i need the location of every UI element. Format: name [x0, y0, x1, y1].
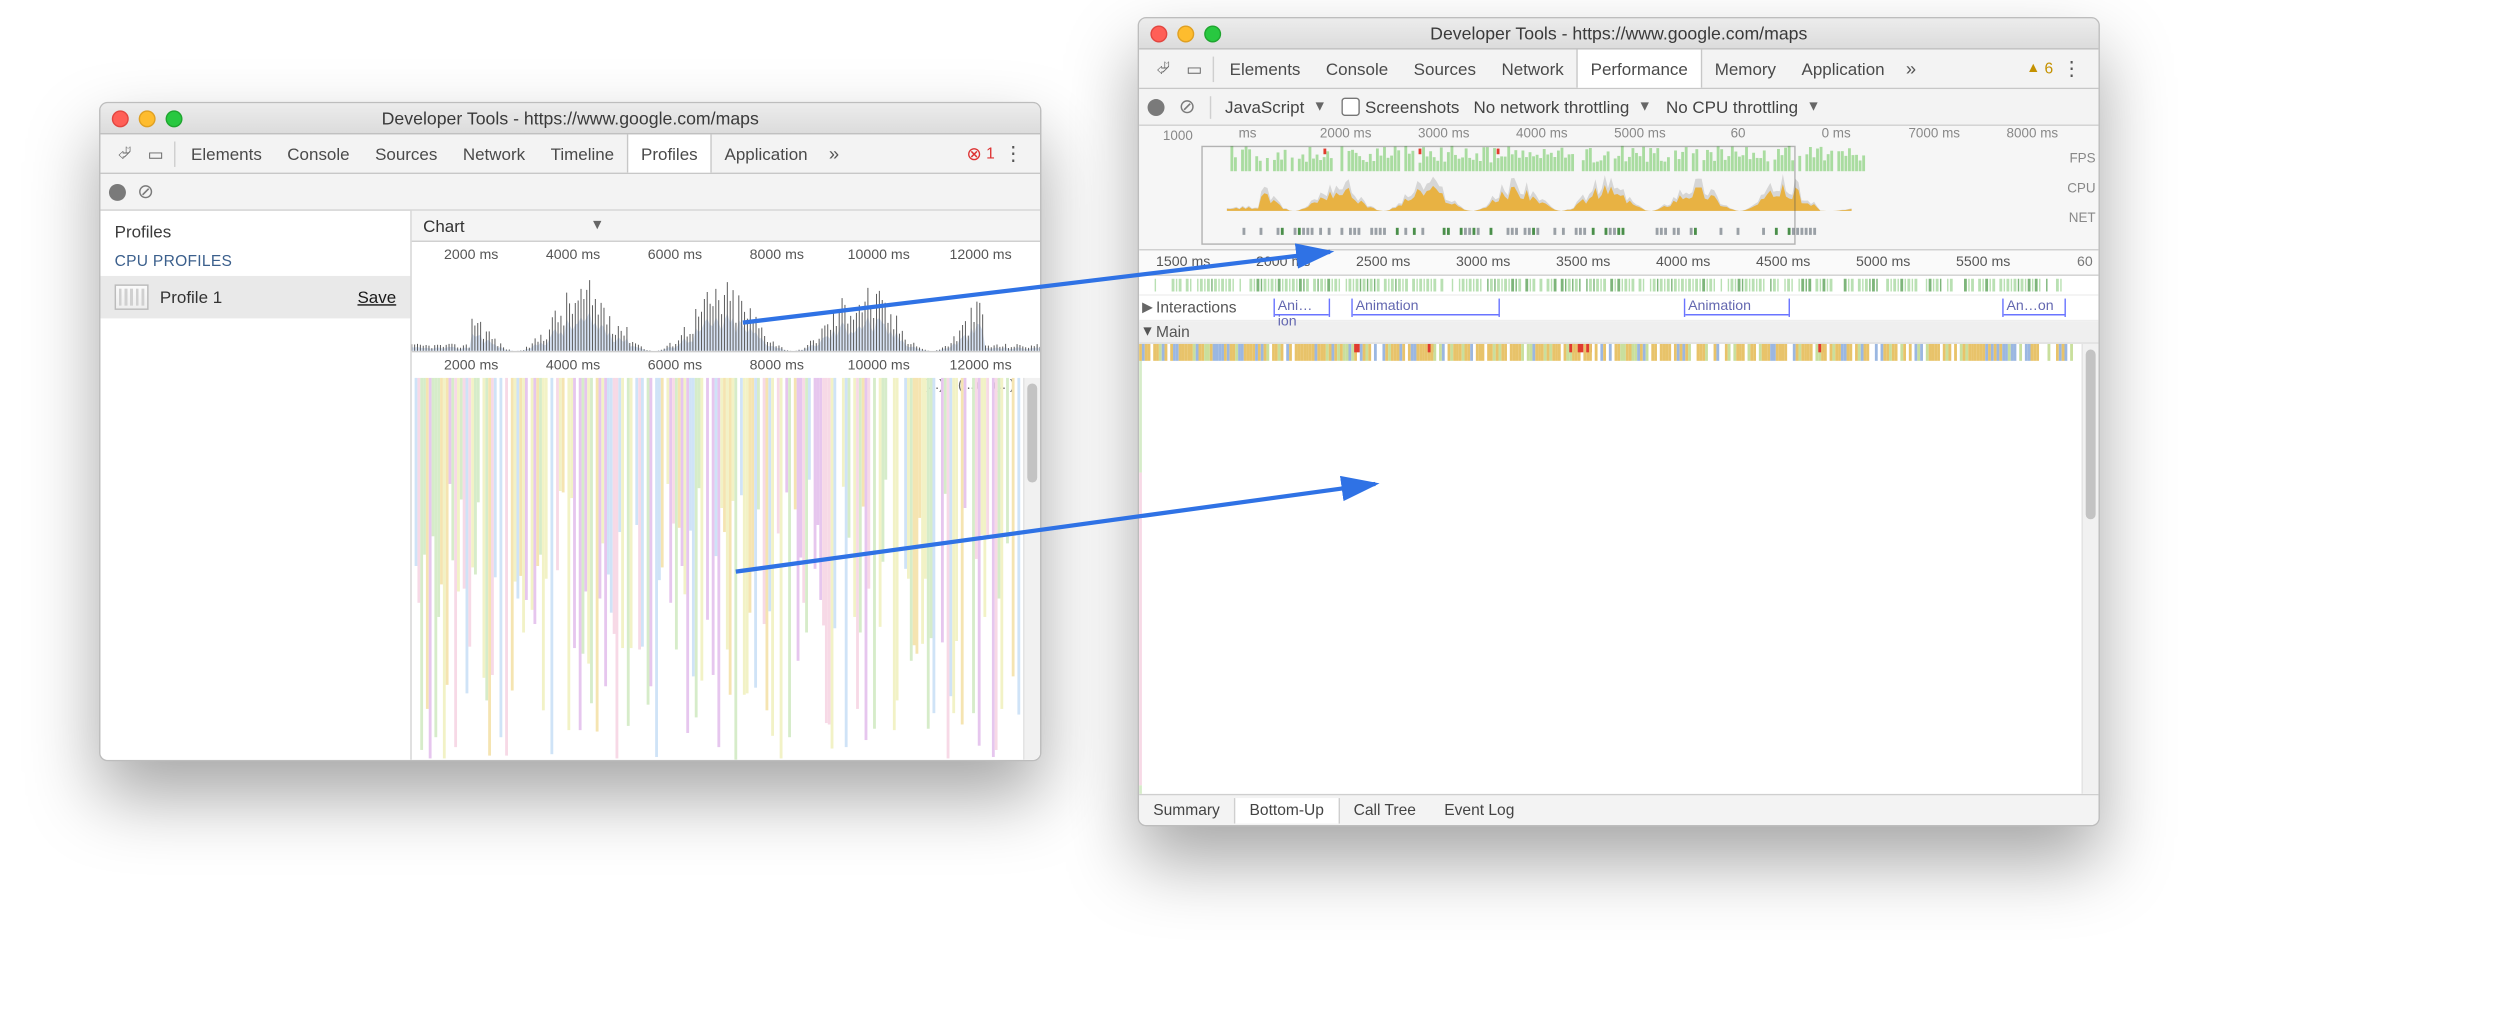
frames-strip[interactable] — [1139, 276, 2098, 296]
record-button[interactable] — [109, 183, 126, 200]
chevron-down-icon: ▼ — [590, 218, 604, 234]
devtools-window-profiles: Developer Tools - https://www.google.com… — [99, 102, 1041, 761]
chevron-down-icon: ▼ — [1638, 99, 1652, 115]
minimize-icon[interactable] — [1177, 25, 1194, 42]
kebab-menu-icon[interactable]: ⋮ — [995, 142, 1032, 166]
clear-icon[interactable]: ⊘ — [1179, 95, 1196, 119]
device-icon[interactable]: ▭ — [140, 144, 171, 164]
minimize-icon[interactable] — [139, 110, 156, 127]
animation-span[interactable]: Animation — [1351, 299, 1500, 317]
ruler-end-label: 60 — [2064, 255, 2098, 271]
device-icon[interactable]: ▭ — [1179, 59, 1210, 79]
overview-lane-labels: FPS CPU NET — [2050, 151, 2095, 226]
tab-profiles[interactable]: Profiles — [627, 134, 712, 172]
category-dropdown[interactable]: JavaScript▼ — [1225, 97, 1327, 117]
disclosure-right-icon[interactable]: ▶ — [1139, 300, 1156, 316]
vertical-scrollbar[interactable] — [2081, 344, 2098, 794]
profiles-sidebar: Profiles CPU PROFILES Profile 1 Save — [100, 211, 411, 760]
view-dropdown-label: Chart — [423, 216, 465, 236]
tab-performance[interactable]: Performance — [1576, 50, 1702, 88]
tab-console[interactable]: Console — [275, 134, 363, 172]
animation-span[interactable]: Animation — [1684, 299, 1790, 317]
close-icon[interactable] — [112, 110, 129, 127]
flame-axis: 2000 ms4000 ms6000 ms8000 ms10000 ms1200… — [412, 352, 1040, 377]
interactions-label: Interactions — [1156, 299, 1242, 316]
devtools-tabbar: ⮰ ▭ ElementsConsoleSourcesNetworkPerform… — [1139, 50, 2098, 90]
record-button[interactable] — [1148, 98, 1165, 115]
overflow-tabs[interactable]: » — [820, 143, 847, 164]
sidebar-group: CPU PROFILES — [100, 248, 410, 276]
inspect-icon[interactable]: ⮰ — [1148, 58, 1179, 79]
devtools-tabbar: ⮰ ▭ ElementsConsoleSourcesNetworkTimelin… — [100, 134, 1040, 174]
network-throttle-dropdown[interactable]: No network throttling▼ — [1474, 97, 1652, 117]
profiles-toolbar: ⊘ — [100, 174, 1040, 211]
close-icon[interactable] — [1150, 25, 1167, 42]
tab-network[interactable]: Network — [1489, 50, 1577, 88]
tab-elements[interactable]: Elements — [1217, 50, 1313, 88]
chevron-down-icon: ▼ — [1313, 99, 1327, 115]
inspect-icon[interactable]: ⮰ — [109, 143, 140, 164]
cpu-overview[interactable] — [412, 267, 1040, 352]
flame-chart[interactable]: (...)(...)(...) — [412, 378, 1040, 760]
window-title: Developer Tools - https://www.google.com… — [100, 108, 1040, 128]
profile-item[interactable]: Profile 1 Save — [100, 276, 410, 318]
devtools-window-performance: Developer Tools - https://www.google.com… — [1138, 17, 2100, 826]
window-title: Developer Tools - https://www.google.com… — [1139, 23, 2098, 43]
overview-minimap[interactable]: 1000 ms2000 ms3000 ms4000 ms5000 ms600 m… — [1139, 126, 2098, 251]
animation-span[interactable]: An…on — [2002, 299, 2066, 317]
details-tab-bottom-up[interactable]: Bottom-Up — [1234, 797, 1340, 822]
error-badge[interactable]: 1 — [966, 142, 994, 165]
cpu-throttle-dropdown[interactable]: No CPU throttling▼ — [1666, 97, 1821, 117]
titlebar[interactable]: Developer Tools - https://www.google.com… — [100, 103, 1040, 134]
tab-memory[interactable]: Memory — [1702, 50, 1789, 88]
profile-label: Profile 1 — [160, 287, 346, 307]
zoom-icon[interactable] — [166, 110, 183, 127]
chart-pane: Chart ▼ 2000 ms4000 ms6000 ms8000 ms1000… — [412, 211, 1040, 760]
overflow-tabs[interactable]: » — [1897, 58, 1924, 79]
animation-span[interactable]: Ani…ion — [1274, 299, 1331, 317]
save-link[interactable]: Save — [357, 287, 396, 307]
chevron-down-icon: ▼ — [1807, 99, 1821, 115]
tab-application[interactable]: Application — [1789, 50, 1898, 88]
vertical-scrollbar[interactable] — [1023, 378, 1040, 760]
profile-icon — [115, 284, 149, 309]
tab-elements[interactable]: Elements — [178, 134, 274, 172]
details-tab-summary[interactable]: Summary — [1139, 797, 1234, 822]
screenshots-toggle[interactable]: Screenshots — [1341, 97, 1459, 117]
clear-icon[interactable]: ⊘ — [137, 180, 154, 204]
view-dropdown[interactable]: Chart ▼ — [412, 211, 1040, 242]
timeline-ruler[interactable]: 1500 ms2000 ms2500 ms3000 ms3500 ms4000 … — [1139, 250, 2098, 275]
performance-toolbar: ⊘ JavaScript▼ Screenshots No network thr… — [1139, 89, 2098, 126]
main-flame-chart[interactable] — [1139, 344, 2098, 794]
tab-console[interactable]: Console — [1313, 50, 1401, 88]
tab-sources[interactable]: Sources — [1401, 50, 1489, 88]
disclosure-down-icon[interactable]: ▼ — [1139, 324, 1156, 340]
tab-sources[interactable]: Sources — [362, 134, 450, 172]
warning-badge[interactable]: 6 — [2026, 60, 2053, 77]
zoom-icon[interactable] — [1204, 25, 1221, 42]
overview-start-label: 1000 — [1139, 126, 1196, 144]
main-label: Main — [1156, 323, 1190, 340]
sidebar-heading: Profiles — [100, 211, 410, 248]
details-tab-event-log[interactable]: Event Log — [1430, 797, 1528, 822]
details-tabbar: SummaryBottom-UpCall TreeEvent Log — [1139, 794, 2098, 825]
details-tab-call-tree[interactable]: Call Tree — [1339, 797, 1430, 822]
tab-timeline[interactable]: Timeline — [538, 134, 627, 172]
interactions-row[interactable]: ▶ Interactions Ani…ion Animation Animation… — [1139, 296, 2098, 321]
tab-network[interactable]: Network — [450, 134, 538, 172]
kebab-menu-icon[interactable]: ⋮ — [2053, 57, 2090, 81]
tab-application[interactable]: Application — [712, 134, 821, 172]
overview-axis: 2000 ms4000 ms6000 ms8000 ms10000 ms1200… — [412, 242, 1040, 267]
titlebar[interactable]: Developer Tools - https://www.google.com… — [1139, 18, 2098, 49]
